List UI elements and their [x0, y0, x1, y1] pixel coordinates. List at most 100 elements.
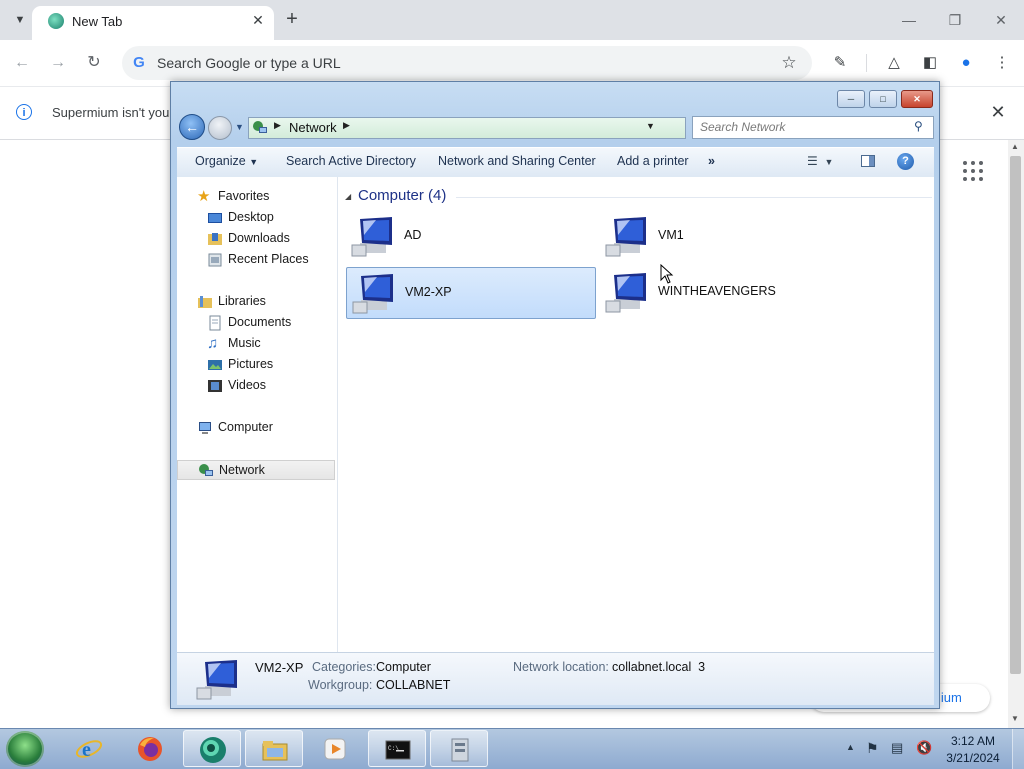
taskbar-command-prompt[interactable]: C:\ [368, 730, 426, 767]
nav-label: Favorites [218, 189, 270, 203]
explorer-maximize-button[interactable]: □ [869, 90, 897, 108]
taskbar-windows-explorer[interactable] [245, 730, 303, 767]
start-button[interactable] [6, 731, 44, 767]
network-sharing-center-button[interactable]: Network and Sharing Center [438, 154, 596, 168]
toolbar-divider [866, 54, 867, 72]
taskbar-supermium[interactable] [183, 730, 241, 767]
content-pane: ◢ Computer (4) AD VM1 VM2-XP WINTHEAVENG… [338, 177, 934, 652]
extensions-puzzle-icon[interactable]: ✎ [828, 51, 852, 75]
search-icon[interactable]: ⚲ [914, 119, 923, 133]
forward-arrow-icon[interactable]: → [46, 51, 70, 75]
reload-icon[interactable]: ↻ [82, 51, 106, 75]
omnibox[interactable]: G Search Google or type a URL ☆ [122, 46, 812, 80]
taskbar-internet-explorer[interactable]: e [60, 730, 118, 767]
page-scrollbar[interactable]: ▲ ▼ [1008, 140, 1024, 728]
show-desktop-button[interactable] [1012, 729, 1024, 769]
nav-network[interactable]: Network [177, 460, 335, 480]
address-dropdown-icon[interactable]: ▼ [646, 121, 655, 131]
forward-button[interactable] [208, 116, 232, 140]
media-player-icon [324, 738, 346, 760]
add-printer-button[interactable]: Add a printer [617, 154, 689, 168]
nav-pictures[interactable]: Pictures [177, 355, 335, 375]
volume-muted-icon[interactable]: 🔇 [916, 740, 932, 756]
internet-explorer-icon: e [75, 739, 103, 761]
back-arrow-icon[interactable]: ← [10, 51, 34, 75]
nav-downloads[interactable]: Downloads [177, 229, 335, 249]
nav-desktop[interactable]: Desktop [177, 208, 335, 228]
browser-tab-strip: ▼ New Tab ✕ + — ❐ ✕ [0, 0, 1024, 40]
nav-label: Documents [228, 315, 292, 329]
infobar-close-icon[interactable]: ✕ [988, 102, 1008, 122]
nav-music[interactable]: ♫ Music [177, 334, 335, 354]
clock-date[interactable]: 3/21/2024 [943, 751, 1003, 765]
computer-name: WINTHEAVENGERS [658, 284, 776, 298]
side-panel-icon[interactable]: ◧ [918, 51, 942, 75]
pictures-icon [208, 360, 222, 370]
organize-button[interactable]: Organize ▼ [195, 154, 258, 168]
downloads-folder-icon [208, 233, 222, 245]
explorer-close-button[interactable]: ✕ [901, 90, 933, 108]
folder-icon [262, 741, 288, 761]
google-apps-grid-icon[interactable] [962, 160, 984, 182]
action-center-flag-icon[interactable]: ⚑ [866, 740, 879, 757]
svg-text:e: e [82, 739, 91, 761]
tab-close-icon[interactable]: ✕ [248, 10, 268, 30]
network-computer-icon [351, 217, 392, 257]
taskbar-network-tool[interactable] [430, 730, 488, 767]
nav-videos[interactable]: Videos [177, 376, 335, 396]
minimize-window-icon[interactable]: — [894, 10, 924, 30]
computer-item-vm1[interactable]: VM1 [600, 211, 850, 263]
help-icon[interactable]: ? [897, 153, 914, 170]
tab-new-tab[interactable]: New Tab ✕ [32, 6, 274, 40]
supermium-icon [200, 737, 226, 763]
music-note-icon: ♫ [207, 335, 219, 352]
more-commands-button[interactable]: » [708, 154, 715, 168]
taskbar-media-player[interactable] [306, 730, 364, 767]
computer-item-wintheavengers[interactable]: WINTHEAVENGERS [600, 267, 850, 319]
labs-flask-icon[interactable]: △ [882, 51, 906, 75]
address-bar[interactable]: ▶ Network ▶ ▼ [248, 117, 686, 139]
explorer-minimize-button[interactable]: ─ [837, 90, 865, 108]
restore-window-icon[interactable]: ❐ [940, 10, 970, 30]
supermium-favicon-icon [48, 13, 64, 29]
search-active-directory-button[interactable]: Search Active Directory [286, 154, 416, 168]
network-status-icon[interactable]: ▤ [891, 740, 903, 756]
clock-time[interactable]: 3:12 AM [943, 734, 1003, 748]
computer-item-vm2-xp[interactable]: VM2-XP [346, 267, 596, 319]
bookmark-star-icon[interactable]: ☆ [778, 52, 800, 74]
profile-avatar-icon[interactable]: ● [954, 51, 978, 75]
breadcrumb-arrow-icon[interactable]: ▶ [343, 120, 350, 131]
group-header-computer[interactable]: Computer (4) [358, 187, 446, 204]
breadcrumb-network[interactable]: Network [289, 120, 337, 135]
close-window-icon[interactable]: ✕ [986, 10, 1016, 30]
scroll-down-arrow-icon[interactable]: ▼ [1011, 714, 1019, 723]
documents-icon [209, 315, 221, 331]
command-bar: Organize ▼ Search Active Directory Netwo… [177, 147, 934, 178]
group-divider [456, 197, 932, 198]
menu-kebab-icon[interactable]: ⋮ [990, 51, 1014, 75]
tab-search-chevron-icon[interactable]: ▼ [8, 8, 32, 32]
mouse-pointer-icon [660, 264, 674, 284]
details-network-location-label: Network location: [513, 660, 609, 674]
nav-recent-places[interactable]: Recent Places [177, 250, 335, 270]
preview-pane-icon[interactable] [861, 155, 875, 167]
show-hidden-icons-arrow-icon[interactable]: ▲ [846, 742, 855, 752]
collapse-group-icon[interactable]: ◢ [345, 192, 351, 201]
details-computer-name: VM2-XP [255, 660, 304, 675]
recent-pages-dropdown-icon[interactable]: ▼ [235, 122, 244, 132]
nav-documents[interactable]: Documents [177, 313, 335, 333]
nav-favorites[interactable]: ★ Favorites [177, 187, 335, 207]
new-tab-plus-icon[interactable]: + [282, 8, 302, 30]
taskbar-firefox[interactable] [121, 730, 179, 767]
scroll-up-arrow-icon[interactable]: ▲ [1011, 142, 1019, 151]
change-view-icon[interactable]: ☰ ▼ [807, 154, 833, 168]
scrollbar-thumb[interactable] [1010, 156, 1021, 674]
nav-computer[interactable]: Computer [177, 418, 335, 438]
details-categories-value: Computer [376, 660, 431, 674]
network-computer-icon [196, 660, 237, 700]
breadcrumb-arrow-icon[interactable]: ▶ [274, 120, 281, 131]
nav-libraries[interactable]: Libraries [177, 292, 335, 312]
computer-item-ad[interactable]: AD [346, 211, 596, 263]
back-button[interactable]: ← [179, 114, 205, 140]
search-input[interactable]: Search Network ⚲ [692, 116, 934, 139]
